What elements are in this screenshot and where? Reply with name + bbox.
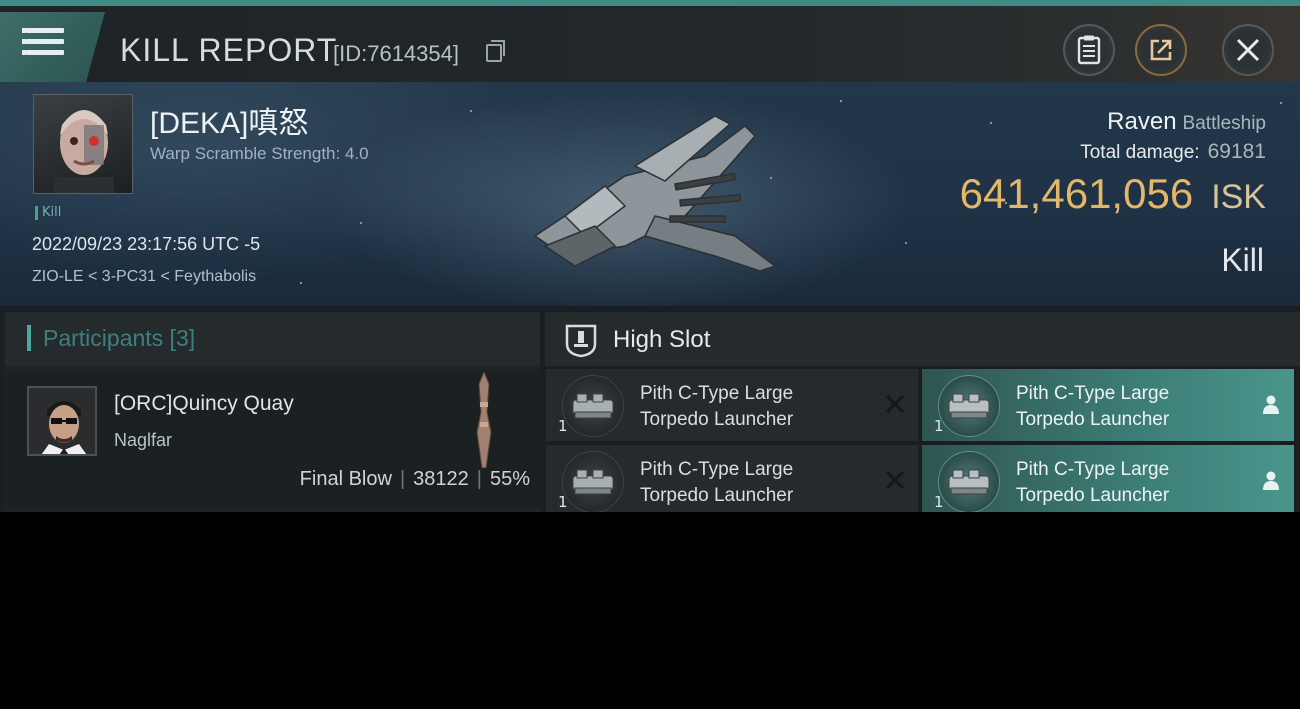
warp-scramble-strength: Warp Scramble Strength: 4.0 — [150, 144, 369, 163]
victim-portrait-image — [54, 110, 114, 193]
ship-class: Battleship — [1182, 113, 1266, 134]
ship-name: Raven — [1107, 108, 1177, 135]
report-id: [ID:7614354] — [333, 41, 459, 66]
isk-unit: ISK — [1211, 178, 1266, 216]
module-name: Pith C-Type Large Torpedo Launcher — [640, 457, 870, 509]
module-name-line1: Pith C-Type Large — [640, 459, 794, 480]
ship-render — [533, 115, 777, 272]
isk-value-line: 641,461,056 ISK — [960, 170, 1266, 218]
menu-icon[interactable] — [22, 24, 66, 58]
module-name-line2: Torpedo Launcher — [640, 485, 794, 506]
module-name-line2: Torpedo Launcher — [640, 409, 794, 430]
torpedo-launcher-icon — [938, 375, 1000, 437]
page-title: KILL REPORT — [120, 32, 338, 68]
clipboard-icon — [1077, 35, 1101, 65]
participant-damage: 38122 — [413, 468, 469, 490]
person-icon — [1263, 471, 1279, 490]
module-name-line2: Torpedo Launcher — [1016, 485, 1170, 506]
high-slot-panel: High Slot 1 Pith C-Type Large Torpedo Lau… — [545, 312, 1300, 512]
share-icon — [1150, 39, 1172, 61]
module-quantity: 1 — [558, 417, 568, 435]
participant-stats: Final Blow | 38122 | 55% — [300, 468, 530, 491]
torpedo-launcher-icon — [562, 375, 624, 437]
kill-location: ZIO-LE < 3-PC31 < Feythabolis — [32, 268, 257, 285]
participants-header: Participants [3] — [5, 312, 540, 366]
final-blow-label: Final Blow — [299, 468, 392, 490]
module-quantity: 1 — [558, 493, 568, 511]
participants-panel: Participants [3] [ORC]Quincy Quay Naglfa… — [5, 312, 540, 512]
module-name: Pith C-Type Large Torpedo Launcher — [640, 381, 870, 433]
close-button[interactable] — [1222, 24, 1274, 76]
clipboard-button[interactable] — [1063, 24, 1115, 76]
participant-percent: 55% — [489, 468, 530, 490]
module-item[interactable]: 1 Pith C-Type Large Torpedo Launcher — [546, 369, 918, 441]
module-name: Pith C-Type Large Torpedo Launcher — [1016, 457, 1246, 509]
module-item[interactable]: 1 Pith C-Type Large Torpedo Launcher — [922, 369, 1294, 441]
module-name-line1: Pith C-Type Large — [1016, 459, 1170, 480]
letterbox-bar — [0, 512, 1300, 709]
participants-title[interactable]: Participants [3] — [27, 325, 195, 351]
ship-type-line: Raven Battleship — [1107, 108, 1266, 136]
victim-avatar[interactable] — [33, 94, 133, 194]
header-bar: KILL REPORT [ID:7614354] — [0, 0, 1300, 82]
close-icon — [1236, 38, 1260, 62]
high-slot-header: High Slot — [545, 312, 1300, 366]
participant-row[interactable]: [ORC]Quincy Quay Naglfar Final Blow | 3812… — [7, 370, 540, 508]
participant-name: [ORC]Quincy Quay — [114, 392, 294, 415]
victim-name: [DEKA]嗔怒 — [150, 107, 309, 140]
total-damage-value: 69181 — [1207, 140, 1266, 163]
module-quantity: 1 — [934, 493, 944, 511]
module-name: Pith C-Type Large Torpedo Launcher — [1016, 381, 1246, 433]
kill-timestamp: 2022/09/23 23:17:56 UTC -5 — [32, 234, 261, 254]
high-slot-icon — [565, 324, 597, 358]
kill-tag: Kill — [35, 206, 61, 220]
person-icon — [1263, 395, 1279, 414]
high-slot-title: High Slot — [613, 326, 711, 353]
module-name-line1: Pith C-Type Large — [640, 383, 794, 404]
copy-icon[interactable] — [486, 40, 505, 62]
participant-portrait-image — [29, 388, 95, 454]
participant-avatar[interactable] — [27, 386, 97, 456]
result-label: Kill — [1221, 242, 1264, 278]
total-damage-line: Total damage: 69181 — [1080, 140, 1266, 164]
kill-report-screen: KILL REPORT [ID:7614354] [DEKA]嗔怒 Warp S… — [0, 0, 1300, 512]
participant-ship: Naglfar — [114, 430, 173, 450]
torpedo-launcher-icon — [938, 451, 1000, 512]
module-quantity: 1 — [934, 417, 944, 435]
isk-value: 641,461,056 — [959, 170, 1194, 217]
module-item[interactable]: 1 Pith C-Type Large Torpedo Launcher — [922, 445, 1294, 512]
torpedo-launcher-icon — [562, 451, 624, 512]
module-item[interactable]: 1 Pith C-Type Large Torpedo Launcher — [546, 445, 918, 512]
divider: | — [476, 468, 482, 490]
destroyed-icon — [885, 470, 905, 490]
total-damage-label: Total damage: — [1080, 142, 1200, 163]
share-button[interactable] — [1135, 24, 1187, 76]
kill-banner: [DEKA]嗔怒 Warp Scramble Strength: 4.0 Kil… — [0, 82, 1300, 306]
divider: | — [399, 468, 406, 490]
module-name-line1: Pith C-Type Large — [1016, 383, 1170, 404]
destroyed-icon — [885, 394, 905, 414]
module-name-line2: Torpedo Launcher — [1016, 409, 1170, 430]
participant-ship-image — [476, 372, 492, 468]
